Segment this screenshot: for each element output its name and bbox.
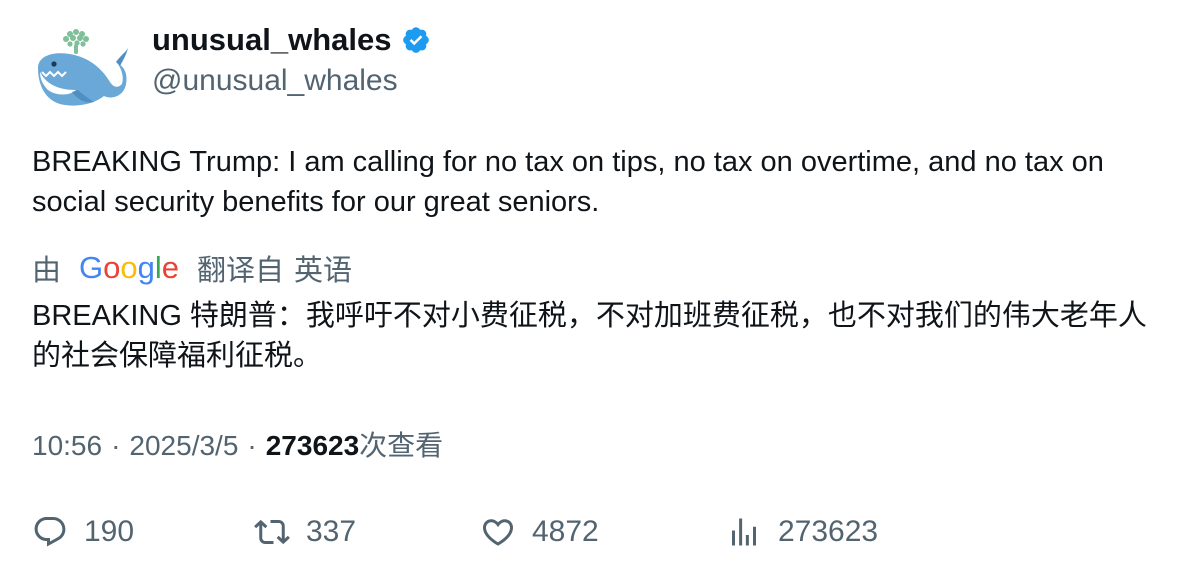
google-logo-icon: Google (79, 250, 179, 285)
translated-from-label: 翻译自 (197, 255, 285, 287)
meta-separator: · (247, 430, 257, 461)
views-label: 次查看 (359, 430, 444, 461)
like-count: 4872 (532, 515, 599, 548)
translated-by-label: 由 (32, 255, 62, 287)
reply-count: 190 (84, 515, 135, 548)
reply-button[interactable]: 190 (32, 510, 134, 554)
tweet-text: BREAKING Trump: I am calling for no tax … (32, 146, 1104, 218)
tweet-actions: 190 337 4872 273623 (32, 510, 1152, 554)
verified-badge-icon[interactable] (401, 25, 431, 55)
retweet-count: 337 (306, 515, 357, 548)
views-action-count: 273623 (778, 515, 879, 548)
reply-icon (34, 517, 66, 547)
meta-separator: · (111, 430, 121, 461)
translation-attribution[interactable]: 由 Google 翻译自 英语 (32, 248, 352, 288)
whale-logo-icon (38, 29, 128, 106)
svg-text:Google: Google (79, 251, 179, 285)
views-button[interactable]: 273623 (726, 510, 878, 554)
views-count[interactable]: 273623 (266, 430, 359, 462)
tweet-date[interactable]: 2025/3/5 (129, 430, 238, 462)
bar-chart-icon (732, 518, 756, 546)
author-display-name[interactable]: unusual_whales (152, 22, 431, 58)
source-language: 英语 (294, 255, 353, 287)
display-name-text[interactable]: unusual_whales (152, 22, 391, 58)
retweet-button[interactable]: 337 (254, 510, 356, 554)
retweet-icon (254, 519, 290, 545)
tweet-time[interactable]: 10:56 (32, 430, 102, 462)
tweet-meta: 10:56 · 2025/3/5 · 273623 次查看 (32, 424, 443, 464)
avatar[interactable] (32, 26, 128, 112)
like-button[interactable]: 4872 (480, 510, 599, 554)
heart-icon (482, 519, 514, 546)
author-handle[interactable]: @unusual_whales (152, 64, 398, 98)
translated-tweet-text: BREAKING 特朗普：我呼吁不对小费征税，不对加班费征税，也不对我们的伟大老… (32, 300, 1147, 372)
